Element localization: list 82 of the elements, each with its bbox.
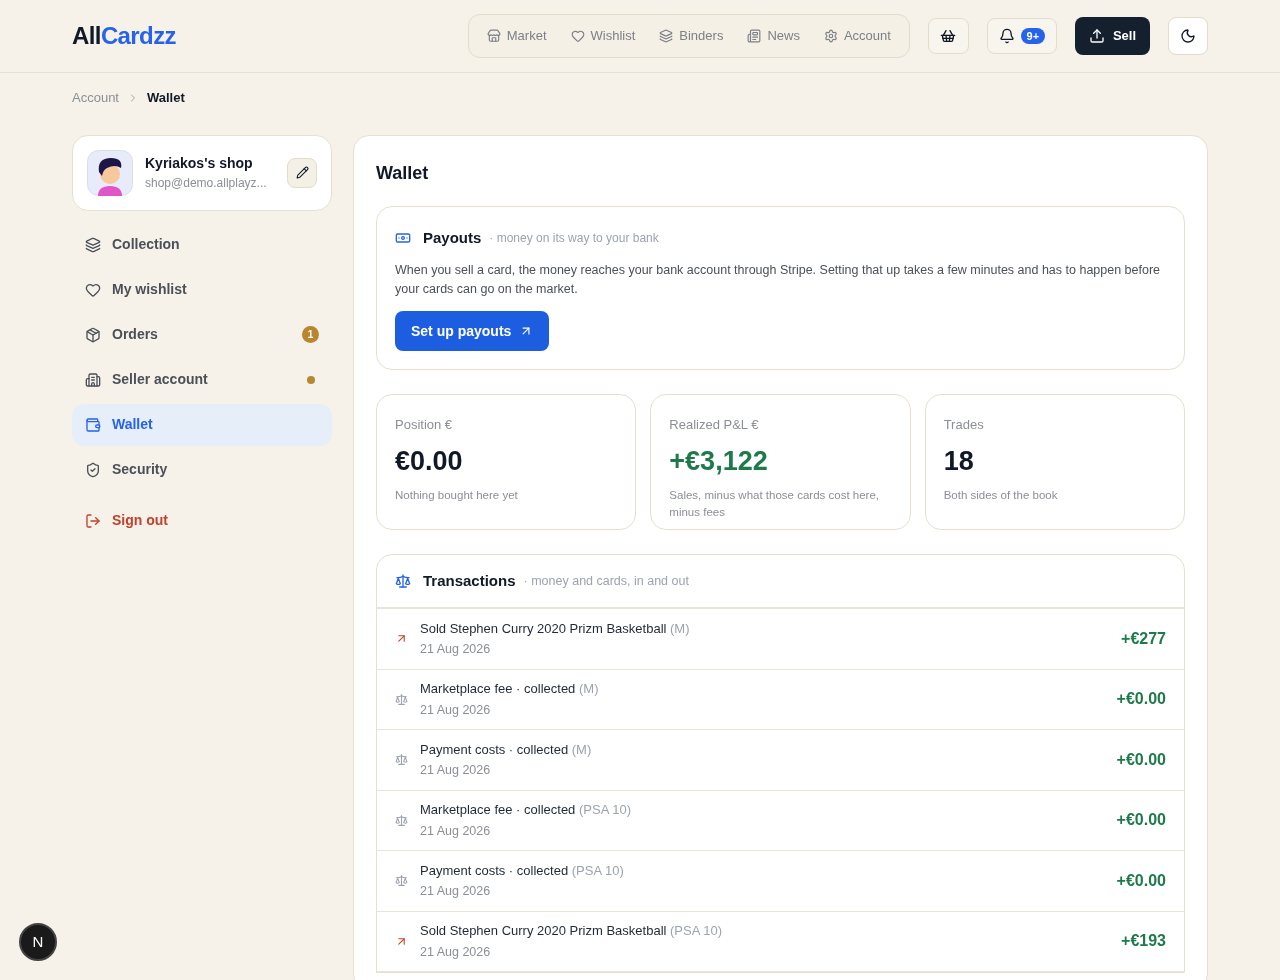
transaction-title: Sold Stephen Curry 2020 Prizm Basketball (PSA 10) (420, 922, 724, 941)
stat-label: Position € (395, 416, 454, 434)
stat-value: 18 (943, 444, 975, 478)
nav-link[interactable]: Account (813, 20, 901, 52)
package-icon (85, 326, 101, 343)
nav-link[interactable]: Binders (649, 20, 734, 52)
shop-email: shop@demo.allplayz... (145, 175, 268, 192)
stat-label: Realized P&L € (669, 416, 760, 434)
transaction-title: Payment costs · collected (PSA 10) (420, 861, 625, 880)
sidebar-item[interactable]: Orders 1 (72, 313, 332, 356)
scales-icon (395, 874, 408, 888)
transaction-title: Sold Stephen Curry 2020 Prizm Basketball (M) (420, 619, 691, 638)
transaction-date: 21 Aug 2026 (420, 762, 492, 780)
sidebar-item[interactable]: Collection (72, 223, 332, 266)
basket-button[interactable] (927, 18, 969, 54)
section-subtitle: · money on its way to your bank (489, 229, 659, 247)
transaction-amount: +€0.00 (1116, 870, 1166, 891)
bell-icon (998, 28, 1015, 44)
scales-icon (395, 692, 408, 706)
shield-icon (85, 461, 101, 478)
stat-note: Nothing bought here yet (395, 488, 519, 503)
payouts-text: When you sell a card, the money reaches your bank account through Stripe. Setting that up takes a few minutes and has to happen before your cards can go on the market. (395, 262, 1162, 298)
nav-link[interactable]: Market (476, 20, 557, 52)
breadcrumb-item: Wallet (147, 89, 185, 107)
breadcrumb-item[interactable]: Account (72, 88, 119, 108)
moon-icon (1180, 28, 1196, 44)
transaction-amount: +€277 (1121, 628, 1166, 649)
count-badge: 1 (302, 326, 319, 343)
sidebar-item[interactable]: Seller account (72, 358, 332, 401)
transaction-date: 21 Aug 2026 (420, 822, 492, 840)
stat-value: +€3,122 (669, 444, 769, 478)
transaction-amount: +€193 (1121, 931, 1166, 952)
transaction-date: 21 Aug 2026 (420, 641, 492, 659)
basket-icon (940, 28, 957, 44)
edit-button[interactable] (287, 157, 317, 188)
setup-payouts-button[interactable]: Set up payouts (395, 311, 550, 351)
notification-count: 9+ (1020, 28, 1046, 44)
shop-name: Kyriakos's shop (145, 154, 254, 173)
heart-icon (85, 281, 101, 298)
section-title: Payouts (423, 227, 482, 248)
avatar (87, 149, 133, 196)
building-icon (85, 371, 101, 388)
transaction-amount: +€0.00 (1116, 810, 1166, 831)
transaction-date: 21 Aug 2026 (420, 701, 492, 719)
transaction-title: Marketplace fee · collected (PSA 10) (420, 801, 632, 820)
wallet-icon (85, 416, 101, 433)
scales-icon (395, 753, 408, 767)
transaction-title: Marketplace fee · collected (M) (420, 680, 600, 699)
logout-icon (85, 512, 101, 529)
sell-button[interactable]: Sell (1074, 17, 1150, 55)
heart-icon (570, 29, 585, 43)
scales-icon (395, 573, 411, 589)
notifications-button[interactable]: 9+ (986, 18, 1057, 54)
sidebar-item[interactable]: My wishlist (72, 268, 332, 311)
stat-label: Trades (943, 416, 985, 434)
newspaper-icon (747, 29, 762, 43)
sidebar-item[interactable]: Security (72, 448, 332, 491)
dev-tools-button[interactable]: N (19, 923, 57, 961)
layers-icon (659, 29, 674, 43)
transaction-date: 21 Aug 2026 (420, 883, 492, 901)
sidebar-item[interactable]: Sign out (72, 499, 332, 542)
stat-value: €0.00 (395, 444, 464, 478)
theme-toggle[interactable] (1168, 17, 1208, 55)
sidebar-item[interactable]: Wallet (72, 403, 332, 446)
nav-link[interactable]: Wishlist (560, 20, 646, 52)
store-icon (486, 29, 501, 43)
settings-icon (823, 29, 838, 43)
upload-icon (1088, 28, 1105, 44)
section-title: Transactions (423, 570, 516, 591)
transaction-amount: +€0.00 (1116, 749, 1166, 770)
logo[interactable]: AllCardzz (72, 18, 176, 54)
layers-icon (85, 236, 101, 253)
transaction-title: Payment costs · collected (M) (420, 740, 593, 759)
section-subtitle: · money and cards, in and out (523, 572, 689, 590)
scales-icon (395, 813, 408, 827)
transaction-amount: +€0.00 (1116, 689, 1166, 710)
page-title: Wallet (376, 161, 430, 185)
stat-note: Sales, minus what those cards cost here, minus fees (669, 488, 880, 520)
stat-note: Both sides of the book (943, 488, 1059, 503)
edit-icon (295, 166, 309, 179)
transaction-date: 21 Aug 2026 (420, 943, 492, 961)
nav-link[interactable]: News (737, 20, 810, 52)
